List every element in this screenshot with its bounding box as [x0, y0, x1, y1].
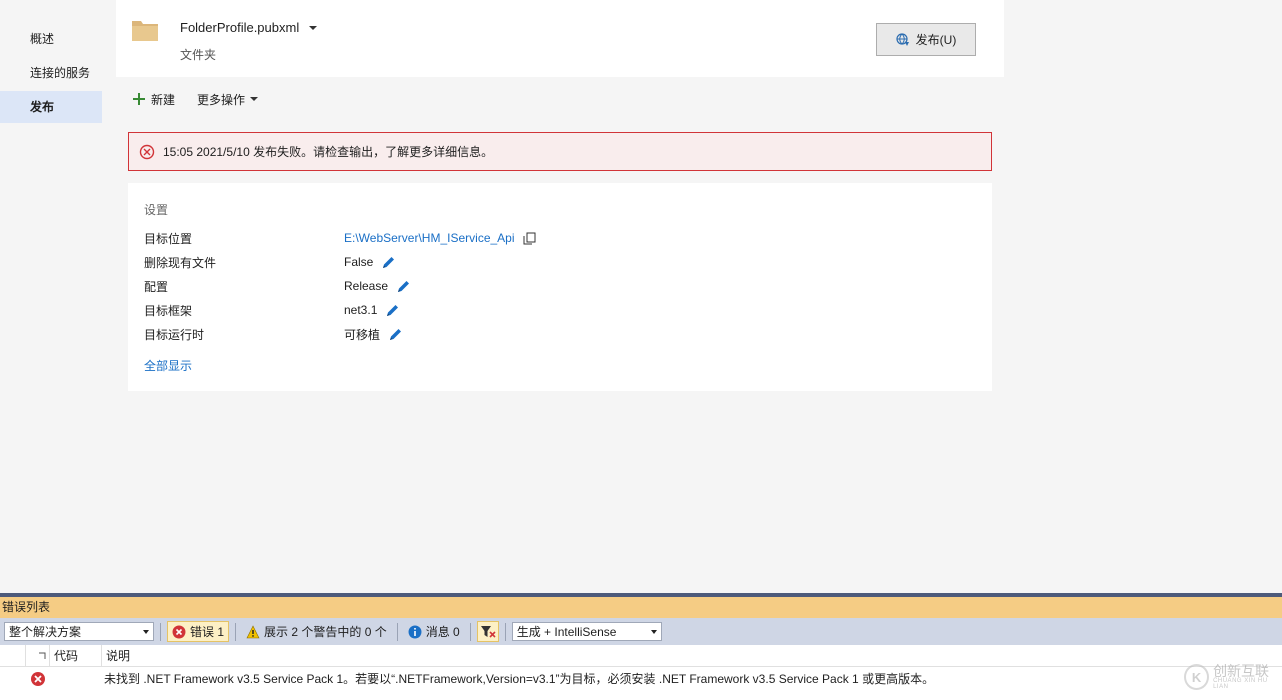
- publish-button-label: 发布(U): [915, 33, 957, 47]
- error-description: 未找到 .NET Framework v3.5 Service Pack 1。若…: [104, 672, 935, 686]
- setting-row-target-location: 目标位置 E:\WebServer\HM_IService_Api: [144, 228, 536, 248]
- profile-selector[interactable]: FolderProfile.pubxml: [180, 20, 318, 35]
- toolbar-separator: [396, 622, 398, 641]
- error-banner-text: 15:05 2021/5/10 发布失败。请检查输出，了解更多详细信息。: [163, 145, 494, 159]
- errors-filter-button[interactable]: 错误 1: [167, 621, 230, 642]
- new-profile-label: 新建: [151, 92, 176, 107]
- warnings-filter-button[interactable]: 展示 2 个警告中的 0 个: [242, 621, 391, 642]
- publish-error-banner: 15:05 2021/5/10 发布失败。请检查输出，了解更多详细信息。: [128, 132, 992, 171]
- edit-pencil-icon[interactable]: [396, 279, 411, 294]
- chevron-down-icon: [250, 97, 259, 101]
- info-icon: [408, 625, 422, 638]
- edit-pencil-icon[interactable]: [388, 327, 403, 342]
- setting-key: 目标运行时: [144, 327, 205, 342]
- filter-toggle-button[interactable]: [476, 621, 499, 642]
- publish-button[interactable]: 发布(U): [876, 23, 976, 56]
- folder-icon: [132, 21, 158, 41]
- setting-row-target-runtime: 目标运行时 可移植: [144, 324, 403, 344]
- column-header-description[interactable]: 说明: [101, 645, 1282, 667]
- chevron-down-icon: [309, 25, 318, 30]
- profile-name: FolderProfile.pubxml: [180, 20, 300, 35]
- setting-row-delete-existing: 删除现有文件 False: [144, 252, 396, 272]
- setting-row-configuration: 配置 Release: [144, 276, 411, 296]
- sort-corner-icon: [39, 652, 46, 659]
- settings-card: 设置 目标位置 E:\WebServer\HM_IService_Api 删除现…: [128, 183, 992, 391]
- more-actions-label: 更多操作: [197, 92, 246, 107]
- setting-key: 配置: [144, 279, 169, 294]
- copy-icon[interactable]: [523, 232, 536, 245]
- watermark-text: 创新互联: [1213, 663, 1270, 679]
- new-profile-button[interactable]: 新建: [132, 91, 175, 108]
- toolbar-separator: [235, 622, 237, 641]
- watermark-subtext: CHUANG XIN HU LIAN: [1213, 678, 1268, 690]
- profile-toolbar: 新建 更多操作: [132, 88, 259, 110]
- error-list-title[interactable]: 错误列表: [0, 597, 1282, 618]
- source-value: 生成 + IntelliSense: [516, 625, 617, 639]
- error-circle-icon: [139, 144, 155, 159]
- warnings-filter-label: 展示 2 个警告中的 0 个: [264, 625, 387, 639]
- error-list-empty-area: [0, 691, 1282, 700]
- setting-value: net3.1: [344, 303, 378, 317]
- chevron-down-icon: [143, 629, 149, 634]
- profile-card: FolderProfile.pubxml 文件夹 发布(U): [116, 0, 1004, 77]
- plus-icon: [133, 93, 145, 105]
- error-list-toolbar: 整个解决方案 错误 1 展示 2 个警告中的 0 个 消息 0 生成 + Int…: [0, 618, 1282, 645]
- setting-key: 目标位置: [144, 231, 193, 246]
- toolbar-separator: [160, 622, 161, 641]
- nav-item-overview[interactable]: 概述: [0, 23, 102, 55]
- setting-row-target-framework: 目标框架 net3.1: [144, 300, 400, 320]
- toolbar-separator: [504, 622, 506, 641]
- error-list-header: 代码 说明: [0, 645, 1282, 667]
- nav-item-publish[interactable]: 发布: [0, 91, 102, 123]
- edit-pencil-icon[interactable]: [381, 255, 396, 270]
- column-header-severity[interactable]: [25, 645, 49, 667]
- globe-publish-icon: [896, 32, 909, 46]
- warning-icon: [246, 624, 260, 638]
- chevron-down-icon: [650, 629, 657, 634]
- scope-value: 整个解决方案: [9, 625, 82, 639]
- main-content: FolderProfile.pubxml 文件夹 发布(U) 新建 更多操作 1…: [104, 0, 1282, 593]
- setting-value: Release: [344, 279, 389, 293]
- show-all-link[interactable]: 全部显示: [144, 357, 192, 374]
- more-actions-button[interactable]: 更多操作: [197, 91, 259, 108]
- filter-clear-icon: [480, 625, 496, 638]
- left-nav: 概述 连接的服务 发布: [0, 0, 104, 593]
- scope-dropdown[interactable]: 整个解决方案: [4, 622, 154, 641]
- nav-item-connected-services[interactable]: 连接的服务: [0, 57, 102, 89]
- error-icon: [31, 672, 45, 686]
- toolbar-separator: [469, 622, 471, 641]
- profile-type: 文件夹: [180, 48, 217, 62]
- watermark-logo: K 创新互联 CHUANG XIN HU LIAN: [1184, 664, 1282, 690]
- target-location-link[interactable]: E:\WebServer\HM_IService_Api: [344, 231, 515, 245]
- source-dropdown[interactable]: 生成 + IntelliSense: [511, 622, 662, 641]
- brand-logo-icon: K: [1184, 664, 1210, 690]
- setting-value: 可移植: [344, 327, 381, 342]
- column-header-code[interactable]: 代码: [49, 645, 101, 667]
- settings-title: 设置: [144, 203, 169, 217]
- table-row[interactable]: 未找到 .NET Framework v3.5 Service Pack 1。若…: [0, 667, 1282, 691]
- errors-filter-label: 错误 1: [190, 625, 225, 639]
- setting-key: 删除现有文件: [144, 255, 217, 270]
- messages-filter-label: 消息 0: [425, 625, 460, 639]
- setting-key: 目标框架: [144, 303, 193, 318]
- messages-filter-button[interactable]: 消息 0: [404, 621, 464, 642]
- error-icon: [172, 625, 186, 638]
- edit-pencil-icon[interactable]: [385, 303, 400, 318]
- setting-value: False: [344, 255, 374, 269]
